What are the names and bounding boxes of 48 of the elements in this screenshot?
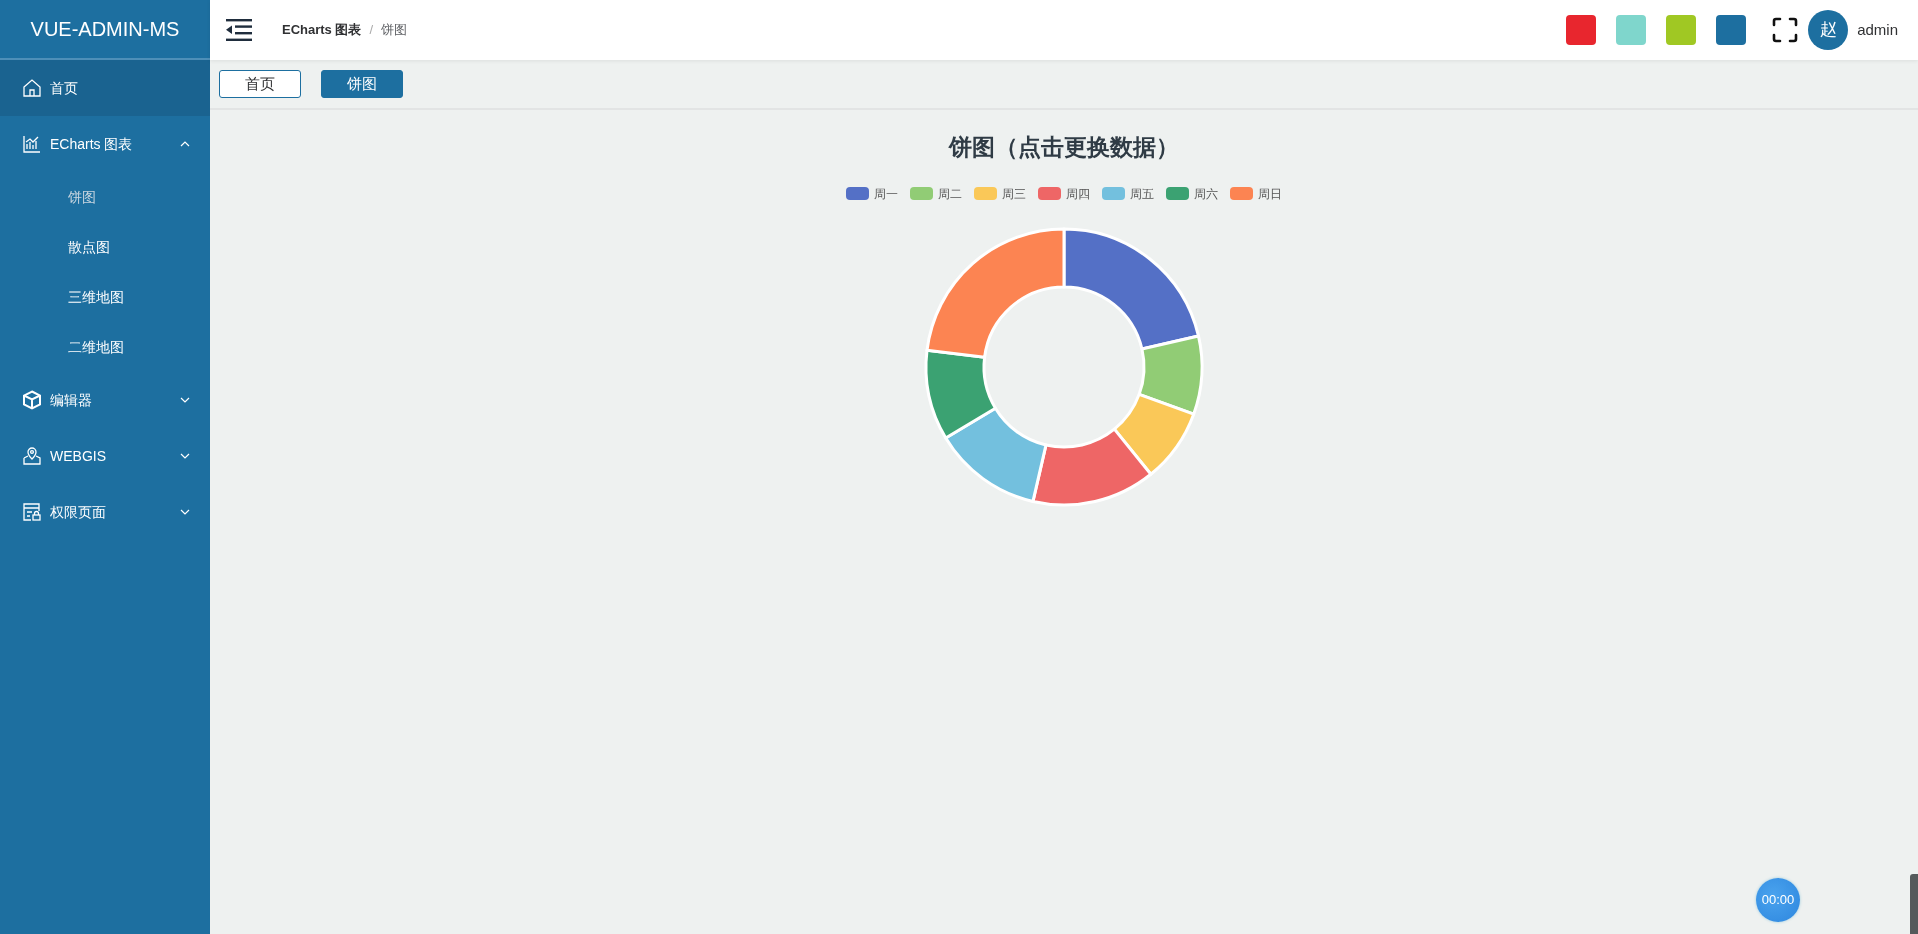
user-avatar[interactable]: 赵 — [1808, 10, 1849, 50]
legend-label[interactable]: 周四 — [1066, 184, 1090, 203]
submenu-item[interactable]: 散点图 — [68, 236, 110, 258]
chart-title: 饼图（点击更换数据） — [949, 133, 1179, 162]
menu-item[interactable]: 编辑器 — [0, 372, 210, 428]
legend-label[interactable]: 周二 — [938, 184, 962, 203]
legend-label[interactable]: 周一 — [874, 184, 898, 203]
cube-icon — [22, 390, 42, 410]
breadcrumb-link[interactable]: ECharts 图表 — [282, 20, 362, 40]
chevron-up-icon — [180, 141, 190, 147]
form-lock-icon — [22, 502, 42, 522]
chevron-down-icon — [180, 453, 190, 459]
logo-text: VUE-ADMIN-MS — [30, 17, 180, 42]
legend-swatch[interactable] — [910, 187, 933, 200]
home-icon — [22, 78, 42, 98]
menu-item[interactable]: 首页 — [0, 60, 210, 116]
menu-icon[interactable] — [226, 19, 252, 41]
theme-swatch[interactable] — [1716, 15, 1747, 45]
legend-label[interactable]: 周五 — [1130, 184, 1154, 203]
theme-swatch[interactable] — [1616, 15, 1647, 45]
submenu-item[interactable]: 二维地图 — [68, 336, 124, 358]
side-handle[interactable] — [1910, 874, 1918, 934]
fullscreen-icon[interactable] — [1772, 17, 1799, 43]
legend-swatch[interactable] — [846, 187, 869, 200]
map-pin-icon — [22, 446, 42, 466]
legend-label[interactable]: 周三 — [1002, 184, 1026, 203]
menu-item[interactable]: 权限页面 — [0, 484, 210, 540]
legend-label[interactable]: 周日 — [1258, 184, 1282, 203]
breadcrumb-separator: / — [369, 21, 374, 40]
legend-swatch[interactable] — [1230, 187, 1253, 200]
legend-swatch[interactable] — [1166, 187, 1189, 200]
user-name[interactable]: admin — [1857, 18, 1898, 42]
chevron-down-icon — [180, 397, 190, 403]
chevron-down-icon — [180, 509, 190, 515]
legend-label[interactable]: 周六 — [1194, 184, 1218, 203]
legend-swatch[interactable] — [974, 187, 997, 200]
breadcrumb-current: 饼图 — [381, 21, 408, 40]
submenu-item[interactable]: 三维地图 — [68, 286, 124, 308]
tab[interactable]: 首页 — [219, 70, 301, 98]
legend-swatch[interactable] — [1038, 187, 1061, 200]
menu-item[interactable]: WEBGIS — [0, 428, 210, 484]
tab[interactable]: 饼图 — [321, 70, 403, 98]
submenu-item[interactable]: 饼图 — [68, 186, 96, 208]
legend-swatch[interactable] — [1102, 187, 1125, 200]
theme-swatch[interactable] — [1666, 15, 1697, 45]
chart-icon — [22, 134, 42, 154]
theme-swatch[interactable] — [1566, 15, 1597, 45]
menu-item[interactable]: ECharts 图表 — [0, 116, 210, 172]
